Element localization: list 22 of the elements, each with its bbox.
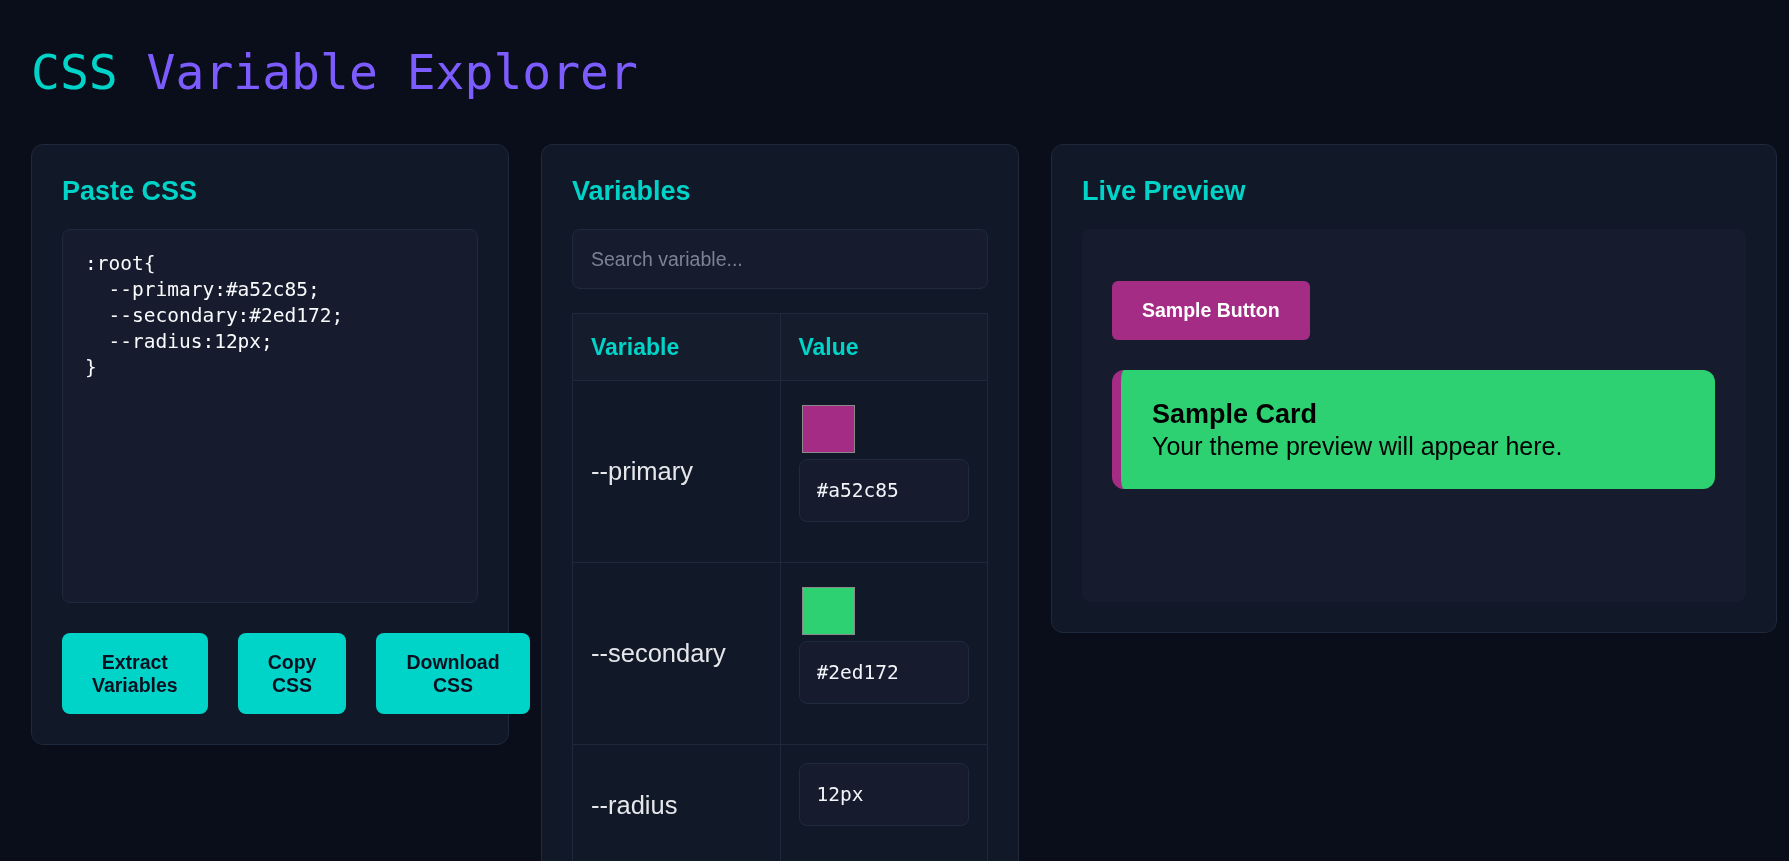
value-input[interactable]: #2ed172 <box>798 641 969 704</box>
variable-name: --primary <box>572 380 780 563</box>
download-css-button[interactable]: Download CSS <box>376 633 530 714</box>
column-header: Variable <box>572 313 780 381</box>
card-title: Sample Card <box>1152 397 1318 430</box>
variable-name: --radius <box>572 744 780 861</box>
panel-heading: Paste CSS <box>62 174 198 207</box>
variable-name: --secondary <box>572 562 780 745</box>
panel-heading: Live Preview <box>1082 174 1246 207</box>
color-swatch-icon[interactable] <box>801 405 855 453</box>
sample-button[interactable]: Sample Button <box>1112 281 1310 340</box>
search-field[interactable]: Search variable... <box>572 229 988 289</box>
extract-variables-button[interactable]: Extract Variables <box>62 633 208 714</box>
color-swatch-icon[interactable] <box>801 587 855 635</box>
column-header: Value <box>780 313 988 381</box>
panel-heading: Variables <box>572 174 691 207</box>
css-input-field[interactable]: :root{ --primary:#a52c85; --secondary:#2ed172; --radius:12px; } <box>62 229 478 603</box>
copy-css-button[interactable]: Copy CSS <box>237 633 347 714</box>
app-title: CSS Variable Explorer <box>31 44 638 102</box>
value-input[interactable]: #a52c85 <box>798 459 969 522</box>
value-input[interactable]: 12px <box>798 763 969 826</box>
card-text: Your theme preview will appear here. <box>1152 430 1563 462</box>
